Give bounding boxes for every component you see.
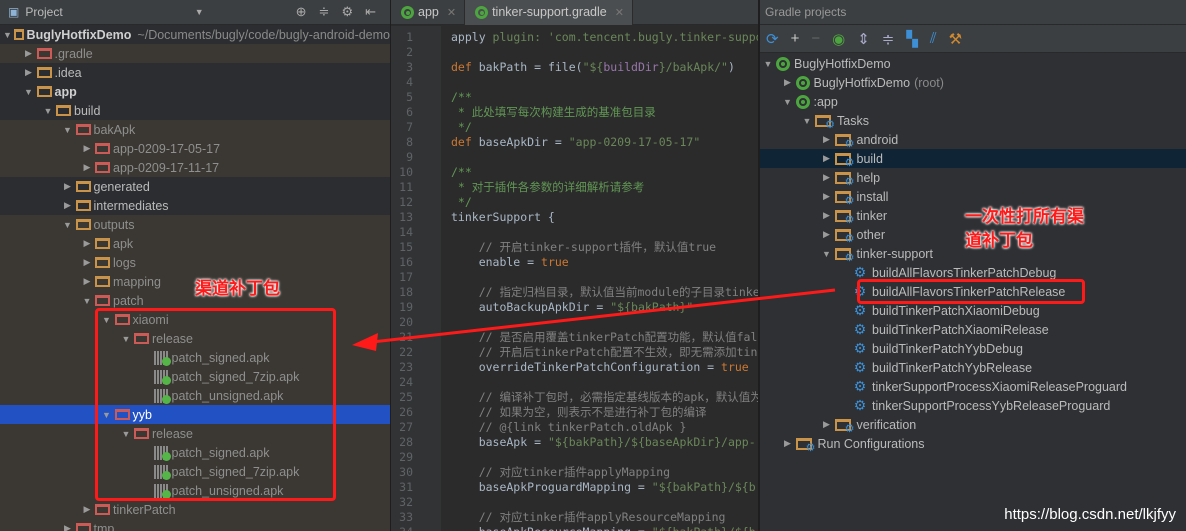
arrow-head <box>352 333 378 351</box>
annotation-arrow <box>352 288 836 351</box>
arrow-line <box>371 288 836 344</box>
watermark: https://blog.csdn.net/lkjfyy <box>1004 506 1176 523</box>
